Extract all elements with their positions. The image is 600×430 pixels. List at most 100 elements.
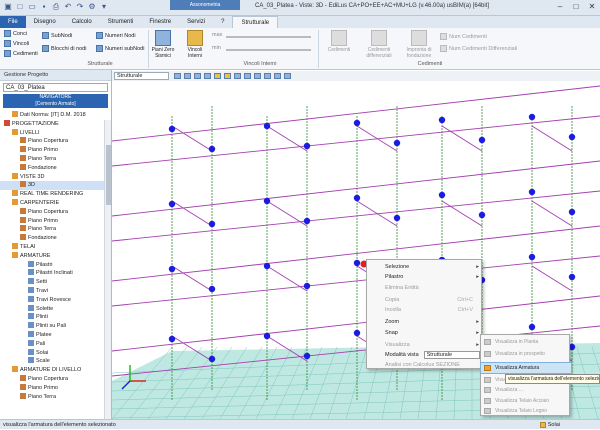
submenu-item-prospetto[interactable]: Visualizza in prospetto	[481, 349, 571, 359]
tab-help[interactable]: ?	[213, 16, 232, 28]
submenu-item-telaio-legno[interactable]: Visualizza Telaio Legno	[481, 406, 571, 416]
tab-calcolo[interactable]: Calcolo	[64, 16, 100, 28]
tree-item[interactable]: Platee	[0, 330, 104, 340]
view-tool-icon[interactable]	[214, 73, 221, 79]
view-tool-icon[interactable]	[234, 73, 241, 79]
tree-item[interactable]: Dati Norma: [IT] D.M. 2018	[0, 111, 104, 120]
tab-file[interactable]: File	[0, 16, 26, 28]
subnodi-toggle[interactable]: SubNodi	[42, 32, 72, 39]
tree-item[interactable]: Pali	[0, 339, 104, 349]
undo-icon[interactable]: ↶	[63, 2, 73, 12]
tree-item[interactable]: ARMATURE	[0, 251, 104, 261]
tab-strutturale[interactable]: Strutturale	[232, 16, 279, 28]
cedimenti-toggle[interactable]: Cedimenti	[4, 50, 38, 57]
tree-item[interactable]: Solette	[0, 304, 104, 314]
open-icon[interactable]: ▭	[27, 2, 37, 12]
view-tool-icon[interactable]	[204, 73, 211, 79]
numeri-subnodi-toggle[interactable]: Numeri subNodi	[96, 45, 144, 52]
new-icon[interactable]: □	[15, 2, 25, 12]
num-cedimenti-toggle[interactable]: Num Cedimenti	[440, 33, 487, 40]
app-icon[interactable]: ▣	[3, 2, 13, 12]
tab-strumenti[interactable]: Strumenti	[100, 16, 142, 28]
view-tool-icon[interactable]	[224, 73, 231, 79]
tree-item[interactable]: Travi Rovesce	[0, 295, 104, 305]
vincoli-interni-button[interactable]: Vincoli Interni	[182, 30, 208, 59]
view-tool-icon[interactable]	[184, 73, 191, 79]
tree-item[interactable]: Plinti	[0, 313, 104, 322]
tree-item[interactable]: Plinti su Pali	[0, 322, 104, 331]
tree-item[interactable]: PROGETTAZIONE	[0, 119, 104, 129]
tree-item[interactable]: Piano Terra	[0, 392, 104, 402]
vincoli-toggle[interactable]: Vincoli	[4, 40, 29, 47]
blocchi-nodi-toggle[interactable]: Blocchi di nodi	[42, 45, 86, 52]
menu-item-snap[interactable]: Snap ▸	[367, 328, 483, 338]
view-tool-icon[interactable]	[254, 73, 261, 79]
panel-scrollbar[interactable]	[104, 120, 111, 419]
tab-servizi[interactable]: Servizi	[179, 16, 213, 28]
num-cedimenti-diff-toggle[interactable]: Num Cedimenti Differenziali	[440, 45, 517, 52]
tree-item[interactable]: Fondazione	[0, 234, 104, 243]
tree-item[interactable]: CARPENTERIE	[0, 198, 104, 208]
modalita-vista-combo[interactable]: Strutturale	[423, 351, 480, 359]
impronta-button[interactable]: Impronta di fondazione	[402, 30, 436, 59]
max-slider[interactable]	[226, 36, 311, 38]
navigator-header[interactable]: NAVIGATORE [Cemento Armato]	[3, 94, 108, 108]
tree-item[interactable]: Pilastri	[0, 260, 104, 270]
menu-item-analisi[interactable]: Analisi con Calcolus SEZIONE	[367, 360, 483, 370]
menu-item-pilastro[interactable]: Pilastro ▸	[367, 272, 483, 282]
view-tool-icon[interactable]	[274, 73, 281, 79]
conci-toggle[interactable]: Conci	[4, 30, 27, 37]
tab-disegno[interactable]: Disegno	[26, 16, 64, 28]
print-icon[interactable]: ⎙	[51, 2, 61, 12]
dropdown-icon[interactable]: ▾	[99, 2, 109, 12]
save-icon[interactable]: ▪	[39, 2, 49, 12]
submenu-item-armatura[interactable]: Visualizza Armatura	[480, 362, 572, 374]
tree-item[interactable]: ARMATURE DI LIVELLO	[0, 366, 104, 375]
view-mode-combo[interactable]: Strutturale	[114, 72, 169, 80]
tree-item[interactable]: Travi	[0, 286, 104, 296]
tree-item[interactable]: Piano Copertura	[0, 137, 104, 146]
project-selector[interactable]: CA_03_Platea	[3, 83, 108, 92]
submenu-item-5[interactable]: Visualizza ...	[481, 385, 571, 395]
tree-item[interactable]: Piano Primo	[0, 146, 104, 155]
view-tool-icon[interactable]	[284, 73, 291, 79]
tree-item[interactable]: Piano Terra	[0, 154, 104, 164]
cedimenti-diff-button[interactable]: Cedimenti differenziali	[362, 30, 396, 59]
submenu-item-pianta[interactable]: Visualizza in Pianta	[481, 337, 571, 347]
menu-item-copia[interactable]: Copia Ctrl+C	[367, 295, 483, 305]
tree-item[interactable]: Piano Terra	[0, 225, 104, 234]
close-icon[interactable]: ✕	[584, 0, 600, 14]
menu-item-elimina[interactable]: Elimina Entità	[367, 283, 483, 293]
piani-zero-button[interactable]: Piani Zero Sismici	[150, 30, 176, 59]
min-slider[interactable]	[226, 49, 311, 51]
tree-item[interactable]: Piano Primo	[0, 383, 104, 393]
tree-item[interactable]: Solai	[0, 348, 104, 358]
tree-item[interactable]: Setti	[0, 278, 104, 287]
tree-item[interactable]: VISTE 3D	[0, 172, 104, 182]
view-tool-icon[interactable]	[244, 73, 251, 79]
tab-finestre[interactable]: Finestre	[141, 16, 179, 28]
menu-item-visualizza[interactable]: Visualizza ▸	[367, 340, 483, 350]
menu-item-selezione[interactable]: Selezione ▸	[367, 262, 483, 272]
tree-item[interactable]: REAL TIME RENDERING	[0, 190, 104, 199]
view-tool-icon[interactable]	[194, 73, 201, 79]
tree-item[interactable]: Scale	[0, 357, 104, 366]
tree-item[interactable]: Piano Copertura	[0, 207, 104, 217]
tree-item[interactable]: Piano Copertura	[0, 374, 104, 384]
menu-item-modalita-vista[interactable]: Modalità vista Strutturale	[367, 350, 483, 360]
tree-item[interactable]: TELAI	[0, 242, 104, 252]
scroll-thumb[interactable]	[106, 145, 111, 205]
minimize-icon[interactable]: –	[552, 0, 568, 14]
tree-item[interactable]: LIVELLI	[0, 128, 104, 138]
tree-item[interactable]: Fondazione	[0, 163, 104, 173]
tree-item[interactable]: Piano Primo	[0, 216, 104, 226]
view-tool-icon[interactable]	[264, 73, 271, 79]
menu-item-zoom[interactable]: Zoom ▸	[367, 317, 483, 327]
cedimenti-button[interactable]: Cedimenti	[322, 30, 356, 53]
menu-item-incolla[interactable]: Incolla Ctrl+V	[367, 305, 483, 315]
numeri-nodi-toggle[interactable]: Numeri Nodi	[96, 32, 136, 39]
settings-icon[interactable]: ⚙	[87, 2, 97, 12]
tree-item[interactable]: 3D	[0, 181, 104, 191]
tree-item[interactable]: Pilastri Inclinati	[0, 269, 104, 278]
maximize-icon[interactable]: □	[568, 0, 584, 14]
